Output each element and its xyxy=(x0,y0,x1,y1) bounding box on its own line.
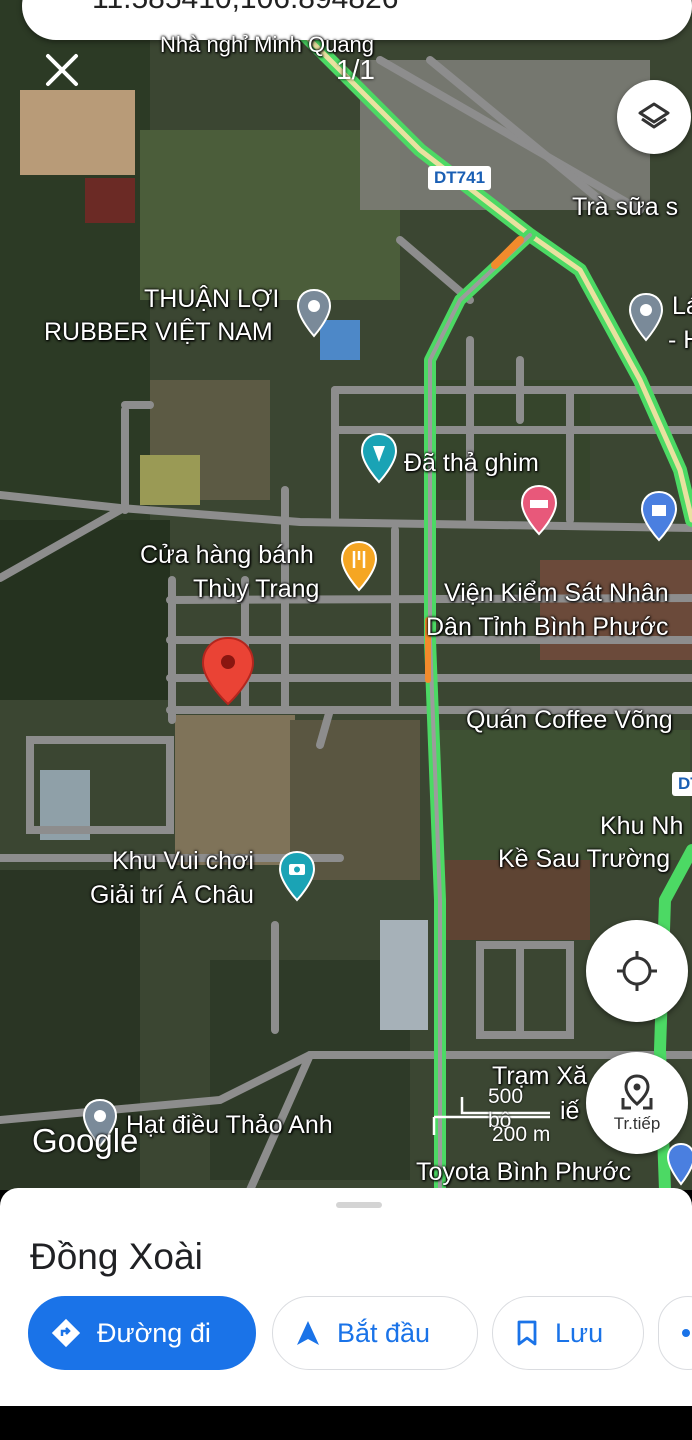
crosshair-icon xyxy=(617,951,657,991)
satellite-map[interactable]: 11.585410,106.894826 1/1 DT741 DT Nhà ng… xyxy=(0,0,692,1190)
directions-fab-label: Tr.tiếp xyxy=(613,1114,661,1133)
shopping-pin-icon[interactable] xyxy=(666,1142,692,1186)
save-button[interactable]: Lưu xyxy=(492,1296,644,1370)
selected-location-pin-icon[interactable] xyxy=(200,636,256,706)
road-badge-dt741: DT741 xyxy=(428,166,492,190)
navigation-pin-icon xyxy=(621,1074,653,1110)
scale-meters: 200 m xyxy=(492,1123,551,1146)
label-nha-nghi[interactable]: Nhà nghỉ Minh Quang xyxy=(160,32,374,57)
label-toyota[interactable]: Toyota Bình Phước xyxy=(416,1158,631,1187)
hotel-pin-icon[interactable] xyxy=(520,484,558,536)
label-la-line1[interactable]: Lá xyxy=(672,292,692,321)
label-vien-line1[interactable]: Viện Kiểm Sát Nhân xyxy=(444,579,669,608)
layers-button[interactable] xyxy=(617,80,691,154)
label-tram-xa-line2[interactable]: iế xyxy=(560,1097,579,1126)
label-cua-hang-line2[interactable]: Thùy Trang xyxy=(193,575,319,604)
my-location-button[interactable] xyxy=(586,920,688,1022)
bookmark-icon xyxy=(515,1319,539,1347)
close-icon[interactable] xyxy=(42,50,82,90)
label-vien-line2[interactable]: Dân Tỉnh Bình Phước xyxy=(426,613,669,642)
restaurant-pin-icon[interactable] xyxy=(340,540,378,592)
photo-counter: 1/1 xyxy=(336,54,375,85)
shopping-pin-icon[interactable] xyxy=(640,490,678,542)
place-bottom-sheet[interactable]: Đồng Xoài Đường đi Bắt đầu Lưu xyxy=(0,1188,692,1406)
label-hat-dieu[interactable]: Hạt điều Thảo Anh xyxy=(126,1111,333,1140)
system-nav-bar xyxy=(0,1406,692,1440)
label-khu-nh-line2[interactable]: Kề Sau Trường xyxy=(498,845,670,874)
google-logo: Google xyxy=(32,1122,139,1159)
directions-fab[interactable]: Tr.tiếp xyxy=(586,1052,688,1154)
search-query[interactable]: 11.585410,106.894826 xyxy=(92,0,398,16)
directions-icon xyxy=(51,1318,81,1348)
place-pin-icon[interactable] xyxy=(296,288,332,338)
label-quan-coffee[interactable]: Quán Coffee Võng xyxy=(466,706,673,735)
more-icon xyxy=(681,1328,691,1338)
start-button[interactable]: Bắt đầu xyxy=(272,1296,478,1370)
road-badge-dt: DT xyxy=(672,772,692,796)
more-button[interactable] xyxy=(658,1296,692,1370)
label-cua-hang-line1[interactable]: Cửa hàng bánh xyxy=(140,541,314,570)
save-label: Lưu xyxy=(555,1317,604,1348)
navigation-arrow-icon xyxy=(295,1319,321,1347)
label-la-line2[interactable]: - H xyxy=(668,326,692,355)
place-pin-icon[interactable] xyxy=(628,292,664,342)
camera-pin-icon[interactable] xyxy=(278,850,316,902)
layers-icon xyxy=(638,102,670,129)
label-thuan-loi-line2[interactable]: RUBBER VIỆT NAM xyxy=(44,318,273,347)
directions-button[interactable]: Đường đi xyxy=(28,1296,256,1370)
label-khu-vui-line2[interactable]: Giải trí Á Châu xyxy=(90,881,254,910)
label-khu-nh-line1[interactable]: Khu Nh xyxy=(600,812,683,841)
directions-label: Đường đi xyxy=(97,1317,211,1348)
sheet-drag-handle[interactable] xyxy=(336,1202,382,1208)
start-label: Bắt đầu xyxy=(337,1317,431,1348)
label-da-tha-ghim[interactable]: Đã thả ghim xyxy=(404,449,539,478)
label-khu-vui-line1[interactable]: Khu Vui chơi xyxy=(112,847,254,876)
label-thuan-loi-line1[interactable]: THUẬN LỢI xyxy=(144,285,279,314)
place-title: Đồng Xoài xyxy=(30,1236,203,1277)
dropped-pin-icon[interactable] xyxy=(360,432,398,484)
label-tra-sua[interactable]: Trà sữa s xyxy=(572,193,678,222)
